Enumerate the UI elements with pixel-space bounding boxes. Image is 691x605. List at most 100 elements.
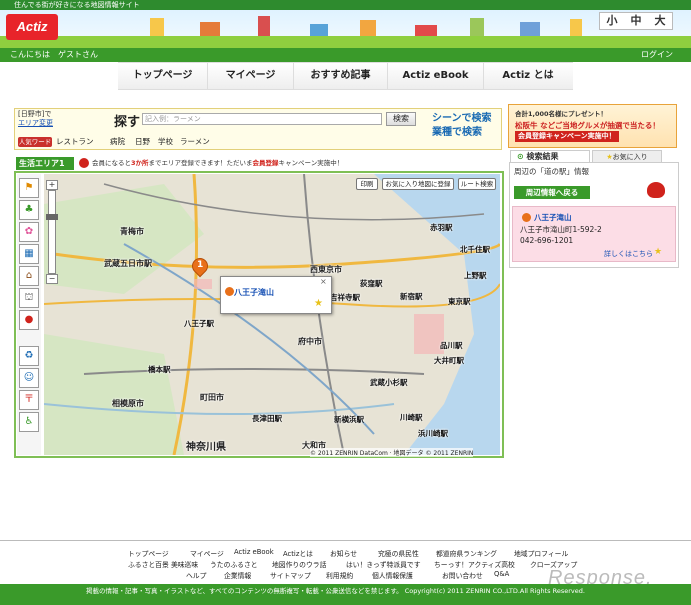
nav-recommended[interactable]: おすすめ記事	[294, 63, 388, 89]
footer-link[interactable]: うたのふるさと	[210, 559, 258, 569]
map-toolbar: ⚑ ♣ ✿ ▦ ⌂ ⛫ ● ♻ ☺ 〒 ♿	[17, 174, 41, 455]
mailbox-icon[interactable]: 〒	[19, 390, 39, 410]
cat-mascot-icon	[79, 158, 89, 168]
zoom-in-button[interactable]: +	[46, 180, 58, 190]
font-size-large-button[interactable]: 大	[648, 13, 672, 29]
route-search-button[interactable]: ルート検索	[458, 178, 496, 190]
zoom-out-button[interactable]: −	[46, 274, 58, 284]
footer-link[interactable]: 究極の県民性	[378, 548, 419, 558]
promo-line1: 合計1,000名様にプレゼント！	[515, 110, 608, 118]
life-area-tab[interactable]: 生活エリア1	[16, 157, 74, 170]
font-size-switcher: 小 中 大	[599, 12, 673, 30]
nav-about[interactable]: Actiz とは	[484, 63, 572, 89]
map-label: 武蔵五日市駅	[104, 259, 152, 268]
search-button[interactable]: 検索	[386, 112, 416, 126]
category-search-link[interactable]: 業種で検索	[432, 126, 492, 140]
back-to-nearby-button[interactable]: 周辺情報へ戻る	[514, 186, 590, 199]
search-input[interactable]: 記入例：ラーメン	[142, 113, 382, 125]
keyword-link[interactable]: ラーメン	[180, 136, 210, 148]
recycle-icon[interactable]: ♻	[19, 346, 39, 366]
footer-link[interactable]: 利用規約	[326, 570, 353, 580]
keyword-link[interactable]: 日野	[135, 136, 150, 148]
footer-link[interactable]: マイページ	[190, 548, 224, 558]
footer-link[interactable]: はい！きっず特派員です	[346, 559, 421, 569]
map-label: 新横浜駅	[334, 415, 364, 424]
login-link[interactable]: ログイン	[641, 48, 673, 62]
tab-label: 検索結果	[526, 152, 559, 161]
footer-link[interactable]: トップページ	[128, 548, 169, 558]
promo-line2: 松阪牛 などご当地グルメが抽選で当たる！	[515, 121, 660, 130]
popup-title-link[interactable]: 八王子滝山	[234, 287, 274, 298]
building-illustration	[310, 24, 328, 36]
footer-link[interactable]: 地図作りのウラ話	[272, 559, 326, 569]
keyword-link[interactable]: 学校	[158, 136, 173, 148]
footer-link[interactable]: ふるさと百景 美味巡味	[128, 559, 198, 569]
search-icon: ⊙	[517, 152, 524, 161]
footer-link[interactable]: Q&A	[494, 570, 509, 578]
cat-icon[interactable]: ●	[19, 310, 39, 330]
promo-banner[interactable]: 合計1,000名様にプレゼント！ 松阪牛 などご当地グルメが抽選で当たる！ 会員…	[508, 104, 677, 148]
font-size-medium-button[interactable]: 中	[624, 13, 648, 29]
popular-keyword-badge: 人気ワード	[18, 137, 52, 147]
map-label: 西東京市	[310, 265, 342, 274]
footer-link[interactable]: 都道府県ランキング	[436, 548, 497, 558]
zoom-slider[interactable]	[48, 190, 56, 274]
map-label: 相模原市	[112, 399, 144, 408]
favorite-star-icon[interactable]: ★	[314, 298, 323, 309]
result-name-link[interactable]: 八王子滝山	[534, 212, 572, 223]
map-label: 荻窪駅	[360, 279, 383, 288]
footer-link[interactable]: Actizとは	[283, 548, 313, 558]
footer-link[interactable]: サイトマップ	[270, 570, 311, 580]
add-favorite-map-button[interactable]: お気に入り地図に登録	[382, 178, 454, 190]
house-icon[interactable]: ⌂	[19, 266, 39, 286]
map-label: 上野駅	[464, 271, 487, 280]
promo-line3: 会員登録キャンペーン実施中！	[515, 131, 619, 142]
header-ground	[0, 36, 691, 48]
people-icon[interactable]: ☺	[19, 368, 39, 388]
footer-link[interactable]: ちーっす！アクティズ高校	[434, 559, 515, 569]
footer-link[interactable]: お問い合わせ	[442, 570, 483, 580]
map-label: 府中市	[298, 337, 322, 346]
building-illustration	[258, 16, 270, 36]
footer-link[interactable]: お知らせ	[330, 548, 357, 558]
tree-illustration	[470, 18, 484, 36]
flower-icon[interactable]: ✿	[19, 222, 39, 242]
result-address: 八王子市滝山町1-592-2	[520, 225, 602, 234]
map-label: 品川駅	[440, 341, 463, 350]
footer-link[interactable]: Actiz eBook	[234, 548, 274, 556]
font-size-small-button[interactable]: 小	[600, 13, 624, 29]
nav-top-page[interactable]: トップページ	[118, 63, 208, 89]
copyright-bar: 掲載の情報・記事・写真・イラストなど、すべてのコンテンツの無断複写・転載・公衆送…	[0, 584, 691, 605]
building-illustration	[150, 18, 164, 36]
building-illustration	[200, 22, 220, 36]
nav-my-page[interactable]: マイページ	[208, 63, 294, 89]
wheelchair-icon[interactable]: ♿	[19, 412, 39, 432]
footer-link[interactable]: 地域プロフィール	[514, 548, 568, 558]
footer-link[interactable]: 個人情報保護	[372, 570, 413, 580]
keyword-link[interactable]: レストラン	[56, 136, 94, 148]
tree-icon[interactable]: ♣	[19, 200, 39, 220]
building-icon[interactable]: ▦	[19, 244, 39, 264]
nav-ebook[interactable]: Actiz eBook	[388, 63, 484, 89]
map-label: 武蔵小杉駅	[370, 378, 408, 387]
scene-search-link[interactable]: シーンで検索	[432, 112, 492, 126]
flag-icon[interactable]: ⚑	[19, 178, 39, 198]
zoom-handle[interactable]	[46, 214, 58, 220]
actiz-logo[interactable]: Actiz	[6, 14, 58, 40]
favorite-star-icon[interactable]: ★	[654, 247, 662, 257]
tab-label: お気に入り	[612, 153, 648, 161]
change-area-link[interactable]: エリア変更	[18, 119, 88, 128]
footer-link[interactable]: ヘルプ	[186, 570, 206, 580]
popup-close-icon[interactable]: ×	[320, 277, 327, 286]
footer-link[interactable]: 企業情報	[224, 570, 251, 580]
map-label: 東京駅	[448, 297, 471, 306]
map-label: 大井町駅	[434, 356, 464, 365]
print-button[interactable]: 印刷	[356, 178, 378, 190]
popup-marker-icon	[225, 287, 234, 296]
map-label: 川崎駅	[400, 413, 423, 422]
map-label: 吉祥寺駅	[330, 293, 360, 302]
keyword-link[interactable]: 病院	[110, 136, 125, 148]
result-detail-link[interactable]: 詳しくはこちら	[604, 249, 653, 259]
museum-icon[interactable]: ⛫	[19, 288, 39, 308]
member-note-highlight[interactable]: 会員登録	[253, 159, 279, 167]
